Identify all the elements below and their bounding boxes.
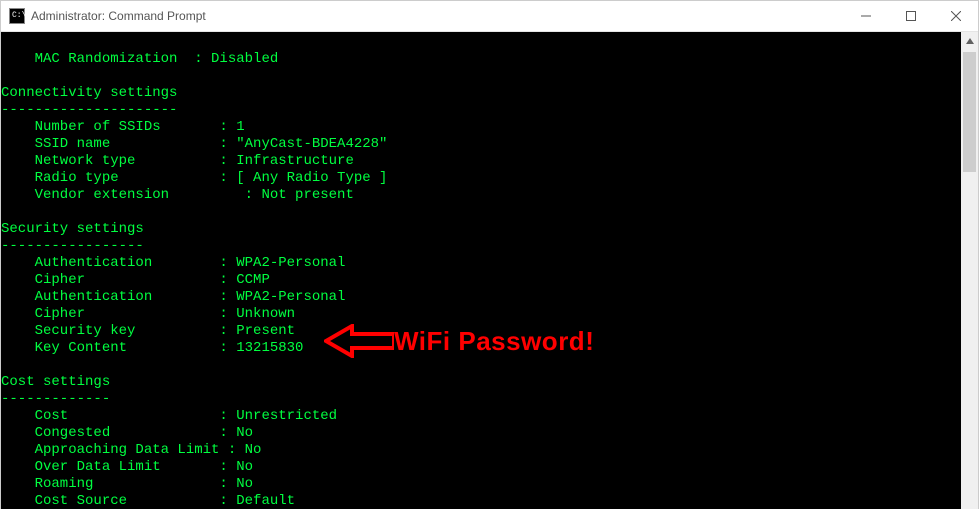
scrollbar-thumb[interactable]: [963, 52, 976, 172]
app-icon: C:\: [9, 8, 25, 24]
terminal-output[interactable]: MAC Randomization : Disabled Connectivit…: [1, 32, 961, 509]
vertical-scrollbar[interactable]: [961, 32, 978, 509]
minimize-button[interactable]: [843, 1, 888, 31]
window-title: Administrator: Command Prompt: [31, 9, 206, 23]
chevron-up-icon: [966, 38, 974, 44]
titlebar[interactable]: C:\ Administrator: Command Prompt: [1, 1, 978, 32]
maximize-button[interactable]: [888, 1, 933, 31]
terminal-lines: MAC Randomization : Disabled Connectivit…: [1, 51, 961, 509]
client-area: MAC Randomization : Disabled Connectivit…: [1, 32, 978, 509]
scroll-up-button[interactable]: [961, 32, 978, 49]
window-frame: C:\ Administrator: Command Prompt MAC Ra…: [0, 0, 979, 509]
close-button[interactable]: [933, 1, 978, 31]
